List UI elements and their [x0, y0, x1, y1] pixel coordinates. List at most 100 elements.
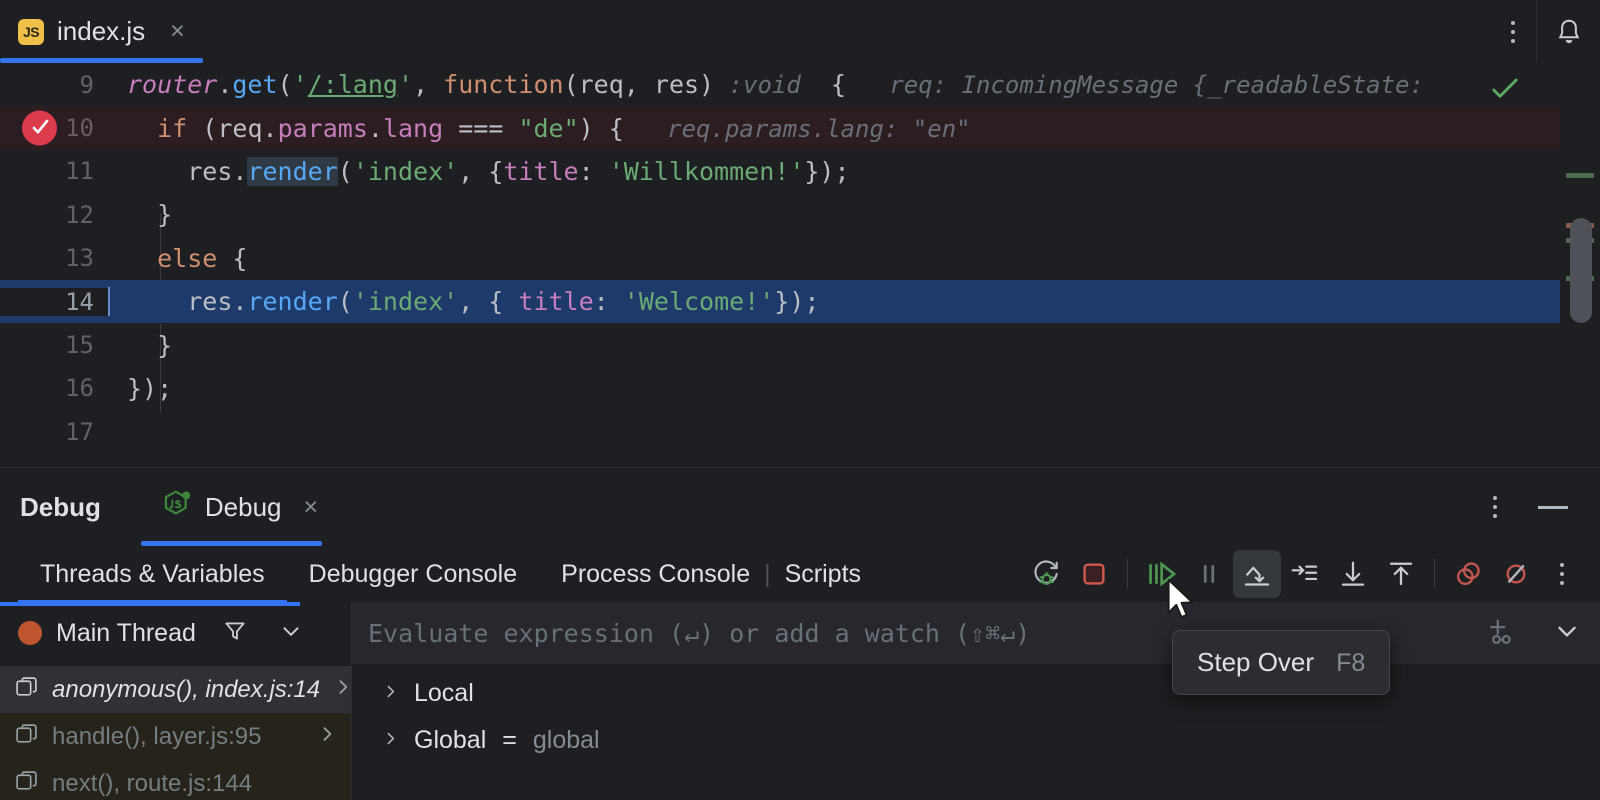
line-number: 11 — [65, 157, 94, 186]
line-number: 13 — [65, 244, 94, 273]
nodejs-icon — [161, 489, 193, 526]
debug-header: Debug Debug × — [0, 468, 1600, 546]
editor-tab-strip: JS index.js × — [0, 0, 1600, 63]
line-content: }); — [127, 373, 173, 403]
toolbar-divider — [1127, 559, 1128, 589]
step-over-button[interactable] — [1233, 550, 1281, 598]
debug-session-label: Debug — [204, 491, 282, 522]
debug-tabs-row: Threads & Variables Debugger Console Pro… — [0, 546, 1600, 604]
code-line[interactable]: 17 — [0, 410, 1600, 453]
filter-icon[interactable] — [222, 618, 248, 649]
frames-list[interactable]: anonymous(), index.js:14 handle(), layer… — [0, 664, 352, 800]
frame-row[interactable]: handle(), layer.js:95 — [0, 713, 351, 760]
close-icon[interactable]: × — [304, 493, 319, 522]
line-number: 14 — [0, 287, 110, 316]
chevron-right-icon[interactable] — [382, 682, 398, 706]
variable-name: Global — [414, 726, 487, 754]
tab-divider: | — [764, 559, 771, 588]
view-breakpoints-button[interactable] — [1444, 550, 1492, 598]
code-line[interactable]: 16 }); — [0, 367, 1600, 410]
variables-list[interactable]: Local Global = global — [352, 664, 1600, 800]
step-into-button[interactable] — [1281, 550, 1329, 598]
tooltip-shortcut: F8 — [1336, 649, 1366, 677]
stop-button[interactable] — [1070, 550, 1118, 598]
line-number: 16 — [65, 374, 94, 403]
minimize-icon[interactable] — [1538, 505, 1568, 509]
line-content: } — [157, 330, 173, 360]
code-line[interactable]: 9 router.get('/:lang', function(req, res… — [0, 63, 1600, 106]
evaluate-expression-input[interactable]: Evaluate expression (↵) or add a watch (… — [352, 602, 1600, 664]
variable-equals: = — [502, 726, 517, 754]
frame-label: anonymous(), index.js:14 — [52, 675, 321, 703]
chevron-down-icon[interactable] — [1552, 616, 1582, 651]
add-watch-icon[interactable] — [1486, 615, 1520, 652]
chevron-right-icon[interactable] — [333, 677, 367, 702]
code-line-breakpoint[interactable]: 10 if (req.params.lang === "de") { req.p… — [0, 106, 1600, 150]
thread-selector[interactable]: Main Thread — [0, 602, 352, 664]
thread-name: Main Thread — [56, 618, 196, 647]
step-out-button[interactable] — [1377, 550, 1425, 598]
line-content: } — [157, 200, 173, 230]
line-number: 12 — [65, 200, 94, 229]
tab-label: Scripts — [784, 559, 862, 588]
frame-label: handle(), layer.js:95 — [52, 722, 262, 750]
watch-actions — [1486, 615, 1600, 652]
line-number: 9 — [79, 70, 94, 99]
debug-more-options-button[interactable] — [1540, 550, 1584, 598]
editor-marker-track[interactable] — [1560, 63, 1600, 467]
line-content: router.get('/:lang', function(req, res) … — [127, 70, 1424, 100]
variable-row-local[interactable]: Local — [352, 670, 1600, 717]
tab-label: Threads & Variables — [40, 559, 265, 588]
more-vertical-icon[interactable] — [1472, 496, 1518, 518]
chevron-right-icon[interactable] — [382, 729, 398, 753]
frame-row[interactable]: anonymous(), index.js:14 — [0, 666, 351, 713]
more-vertical-icon[interactable] — [1490, 0, 1536, 63]
code-line[interactable]: 12 } — [0, 193, 1600, 236]
tab-label: Debugger Console — [308, 559, 518, 588]
code-line[interactable]: 13 else { — [0, 237, 1600, 280]
line-content: if (req.params.lang === "de") { req.para… — [157, 113, 971, 143]
tab-process-console-scripts[interactable]: Process Console | Scripts — [539, 546, 883, 602]
debug-toolbar — [1022, 550, 1600, 598]
debug-session-tab[interactable]: Debug × — [140, 468, 328, 546]
variable-row-global[interactable]: Global = global — [352, 717, 1600, 764]
frame-icon — [14, 675, 39, 705]
line-number: 15 — [65, 331, 94, 360]
code-editor[interactable]: 9 router.get('/:lang', function(req, res… — [0, 63, 1600, 467]
mute-breakpoints-button[interactable] — [1492, 550, 1540, 598]
code-line[interactable]: 11 res.render('index', {title: 'Willkomm… — [0, 150, 1600, 193]
line-content: else { — [157, 243, 248, 273]
debug-window-title: Debug — [20, 491, 101, 522]
force-step-into-button[interactable] — [1329, 550, 1377, 598]
editor-tab-label: index.js — [57, 16, 146, 46]
editor-scrollbar-thumb[interactable] — [1570, 218, 1592, 323]
tooltip-label: Step Over — [1197, 647, 1315, 677]
breakpoint-icon[interactable] — [22, 110, 57, 146]
window-top-right-actions — [1490, 0, 1600, 63]
inspections-ok-icon[interactable] — [1488, 75, 1522, 110]
js-file-icon: JS — [18, 18, 44, 45]
tab-threads-variables[interactable]: Threads & Variables — [18, 546, 287, 604]
line-content: res.render('index', { title: 'Welcome!'}… — [108, 287, 819, 317]
chevron-down-icon[interactable] — [278, 618, 304, 649]
ide-window: JS index.js × 9 router.get('/:lang', fun… — [0, 0, 1600, 800]
code-line[interactable]: 15 } — [0, 323, 1600, 366]
evaluate-placeholder: Evaluate expression (↵) or add a watch (… — [368, 618, 1031, 648]
tab-label: Process Console — [561, 559, 751, 588]
thread-status-icon — [18, 621, 42, 645]
close-icon[interactable]: × — [170, 19, 185, 44]
toolbar-divider — [1434, 559, 1435, 589]
mouse-cursor — [1167, 578, 1197, 627]
frame-icon — [14, 769, 39, 799]
frame-icon — [14, 722, 39, 752]
code-line-current[interactable]: 14 res.render('index', { title: 'Welcome… — [0, 279, 1600, 324]
chevron-right-icon[interactable] — [317, 724, 351, 749]
editor-tab-index-js[interactable]: JS index.js × — [0, 0, 203, 63]
marker-stripe — [1566, 173, 1594, 178]
bell-icon[interactable] — [1536, 0, 1600, 63]
frame-row[interactable]: next(), route.js:144 — [0, 760, 351, 800]
line-number: 17 — [65, 417, 94, 446]
tab-debugger-console[interactable]: Debugger Console — [287, 546, 539, 602]
line-content: res.render('index', {title: 'Willkommen!… — [187, 156, 850, 186]
rerun-debug-button[interactable] — [1022, 550, 1070, 598]
